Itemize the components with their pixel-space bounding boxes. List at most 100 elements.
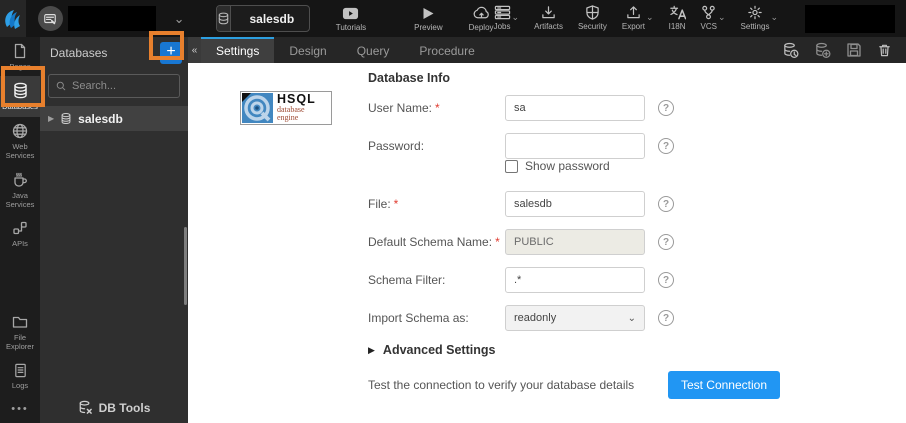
import-schema-row: Import Schema as: readonly ⌄ ? (368, 305, 780, 331)
tutorials-button[interactable]: Tutorials (336, 6, 366, 32)
tab-design[interactable]: Design (274, 37, 341, 63)
default-schema-row: Default Schema Name:* ? (368, 229, 780, 255)
project-chevron-down-icon[interactable]: ⌄ (174, 11, 185, 27)
test-connection-hint: Test the connection to verify your datab… (368, 378, 634, 392)
import-schema-help-icon[interactable]: ? (658, 310, 674, 326)
show-password-label: Show password (525, 159, 610, 173)
password-label: Password: (368, 139, 505, 153)
add-database-button[interactable]: + (160, 42, 182, 64)
sidebar-item-logs[interactable]: Logs (0, 357, 40, 395)
sidebar-item-file-explorer[interactable]: File Explorer (0, 308, 40, 357)
databases-panel-header: Databases + (40, 37, 188, 68)
preview-button[interactable]: Preview (414, 6, 442, 32)
schema-filter-input[interactable] (505, 267, 645, 293)
database-tree-item-salesdb[interactable]: ▶ salesdb (40, 106, 188, 131)
project-selector[interactable]: ⌄ (38, 6, 185, 31)
username-help-icon[interactable]: ? (658, 100, 674, 116)
i18n-button[interactable]: I18N (669, 5, 686, 31)
hsql-engine-logo: HSQL database engine (240, 91, 332, 125)
vcs-button[interactable]: VCS (701, 5, 717, 31)
password-help-icon[interactable]: ? (658, 138, 674, 154)
settings-button[interactable]: Settings (741, 5, 770, 31)
password-input[interactable] (505, 133, 645, 159)
file-row: File:* ? (368, 191, 780, 217)
sidebar-item-java-services[interactable]: Java Services (0, 166, 40, 215)
export-caret-icon[interactable]: ⌄ (646, 12, 654, 23)
tab-settings[interactable]: Settings (201, 37, 274, 63)
hsql-logo-title: HSQL (277, 93, 316, 106)
project-name-redacted (68, 6, 156, 31)
api-nodes-icon (12, 220, 28, 236)
database-icon (12, 82, 29, 99)
reimport-database-button[interactable] (782, 42, 799, 59)
security-button[interactable]: Security (578, 5, 607, 31)
jobs-caret-icon[interactable]: ⌄ (512, 12, 520, 23)
delete-database-button[interactable] (877, 42, 892, 58)
databases-panel: Databases + ▶ salesdb DB Tools (40, 37, 188, 423)
sidebar-item-pages[interactable]: Pages (0, 37, 40, 76)
default-schema-input (505, 229, 645, 255)
required-marker: * (435, 101, 440, 115)
vcs-caret-icon[interactable]: ⌄ (718, 12, 726, 23)
tab-procedure[interactable]: Procedure (404, 37, 489, 63)
add-table-button[interactable] (814, 42, 831, 59)
export-button[interactable]: Export (622, 5, 645, 31)
wavemaker-logo-icon (1, 7, 25, 31)
import-schema-select[interactable]: readonly ⌄ (505, 305, 645, 331)
panel-scrollbar[interactable] (184, 227, 187, 305)
database-search[interactable] (48, 74, 180, 98)
artifacts-button[interactable]: Artifacts (534, 5, 563, 31)
settings-form-body: HSQL database engine Database Info User … (188, 63, 906, 423)
translate-icon (669, 5, 686, 20)
app-logo[interactable] (0, 0, 26, 37)
test-connection-button[interactable]: Test Connection (668, 371, 780, 399)
db-tools-icon (78, 400, 93, 415)
save-button[interactable] (846, 42, 862, 58)
advanced-settings-toggle[interactable]: ▶ Advanced Settings (368, 343, 780, 357)
form-heading: Database Info (368, 71, 780, 85)
coffee-cup-icon (12, 172, 28, 188)
schema-filter-help-icon[interactable]: ? (658, 272, 674, 288)
project-avatar-icon (38, 6, 63, 31)
tree-item-label: salesdb (78, 112, 123, 126)
sidebar-item-databases[interactable]: Databases (0, 76, 40, 116)
file-input[interactable] (505, 191, 645, 217)
jobs-button[interactable]: Jobs (494, 5, 511, 31)
test-connection-row: Test the connection to verify your datab… (368, 371, 780, 399)
schema-filter-row: Schema Filter: ? (368, 267, 780, 293)
username-label: User Name: (368, 101, 432, 115)
wavemaker-studio-window: ⌄ salesdb Tutorials Preview Deploy (0, 0, 906, 423)
sidebar-item-apis[interactable]: APIs (0, 214, 40, 253)
required-marker: * (495, 235, 500, 249)
left-sidebar: Pages Databases Web Services Java Servic… (0, 37, 40, 423)
database-icon (217, 5, 231, 32)
sidebar-item-web-services[interactable]: Web Services (0, 117, 40, 166)
globe-icon (12, 123, 28, 139)
password-row: Password: ? (368, 133, 780, 159)
file-label: File: (368, 197, 391, 211)
video-icon (342, 6, 359, 21)
show-password-row: Show password (505, 159, 780, 173)
shield-icon (585, 5, 600, 20)
default-schema-help-icon[interactable]: ? (658, 234, 674, 250)
show-password-checkbox[interactable] (505, 160, 518, 173)
collapse-panel-button[interactable]: « (188, 37, 201, 63)
topbar-tools-right: Jobs ⌄ Artifacts Security Export ⌄ (494, 5, 906, 33)
expand-arrow-icon[interactable]: ▶ (48, 114, 54, 123)
tab-query[interactable]: Query (342, 37, 405, 63)
default-schema-label: Default Schema Name: (368, 235, 492, 249)
gear-icon (747, 5, 763, 20)
database-search-input[interactable] (72, 80, 172, 92)
upload-icon (626, 5, 641, 20)
sidebar-more-button[interactable]: ••• (0, 395, 40, 423)
topbar-tools-left: Tutorials Preview Deploy (336, 6, 494, 32)
play-icon (421, 6, 435, 21)
database-context-selector[interactable]: salesdb (216, 5, 309, 32)
db-tools-button[interactable]: DB Tools (40, 400, 188, 415)
search-icon (56, 80, 66, 92)
settings-caret-icon[interactable]: ⌄ (770, 12, 778, 23)
deploy-button[interactable]: Deploy (469, 6, 494, 32)
file-help-icon[interactable]: ? (658, 196, 674, 212)
cloud-upload-icon (473, 6, 490, 21)
username-input[interactable] (505, 95, 645, 121)
